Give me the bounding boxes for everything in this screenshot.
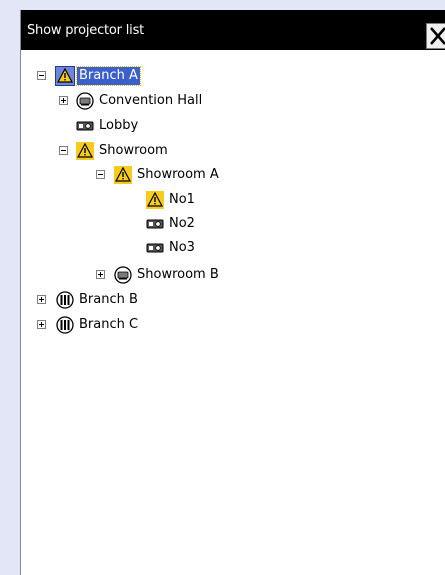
tree-item-no1[interactable]: No1 (21, 189, 445, 211)
collapse-toggle[interactable] (37, 71, 46, 80)
warning-icon (146, 191, 164, 209)
tree-item-lobby[interactable]: Lobby (21, 115, 445, 137)
group-icon (56, 316, 74, 334)
tree-item-showroom-b[interactable]: Showroom B (21, 264, 445, 286)
warning-icon (114, 166, 132, 184)
warning-icon (76, 142, 94, 160)
tree-item-branch-b[interactable]: Branch B (21, 289, 445, 311)
expand-toggle[interactable] (59, 96, 68, 105)
tree-item-label: Convention Hall (99, 93, 203, 108)
tree-item-label: Branch C (79, 317, 139, 332)
tree-item-showroom-a[interactable]: Showroom A (21, 164, 445, 186)
tree-item-convention-hall[interactable]: Convention Hall (21, 90, 445, 112)
projector-icon (76, 117, 94, 135)
collapse-toggle[interactable] (59, 146, 68, 155)
tree-item-showroom[interactable]: Showroom (21, 140, 445, 162)
tree-item-label: Branch A (76, 66, 141, 86)
expand-toggle[interactable] (37, 295, 46, 304)
projector-list-window: Show projector list Branch A Convention … (20, 10, 445, 575)
projector-icon (146, 215, 164, 233)
tree-item-label: No2 (169, 216, 195, 231)
tree-item-label: Showroom B (137, 267, 219, 282)
tree-item-label: No3 (169, 240, 195, 255)
projector-icon (146, 239, 164, 257)
projector-tree: Branch A Convention Hall Lobby Showroom (21, 10, 445, 575)
group-icon (56, 291, 74, 309)
tree-item-no3[interactable]: No3 (21, 237, 445, 259)
tree-item-label: Branch B (79, 292, 138, 307)
tree-item-label: Lobby (99, 118, 139, 133)
group-icon (114, 266, 132, 284)
collapse-toggle[interactable] (96, 170, 105, 179)
expand-toggle[interactable] (96, 270, 105, 279)
tree-item-label: Showroom (99, 143, 168, 158)
tree-item-branch-c[interactable]: Branch C (21, 314, 445, 336)
tree-item-no2[interactable]: No2 (21, 213, 445, 235)
tree-item-label: No1 (169, 192, 195, 207)
warning-icon (55, 66, 75, 86)
tree-item-branch-a[interactable]: Branch A (21, 65, 445, 87)
expand-toggle[interactable] (37, 320, 46, 329)
group-icon (76, 92, 94, 110)
tree-item-label: Showroom A (137, 167, 219, 182)
